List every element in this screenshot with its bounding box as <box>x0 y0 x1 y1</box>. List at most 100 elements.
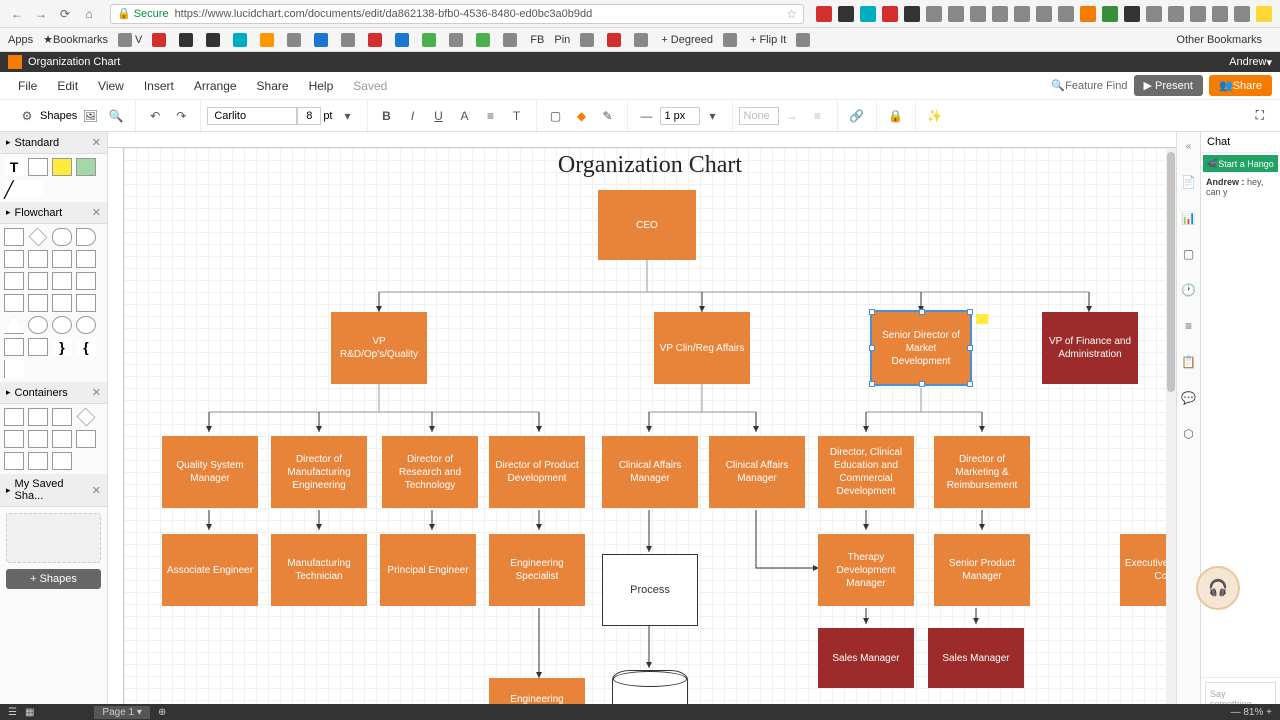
menu-help[interactable]: Help <box>299 75 344 97</box>
org-box[interactable]: Principal Engineer <box>380 534 476 606</box>
line-stepper[interactable]: ▾ <box>702 105 724 127</box>
menu-view[interactable]: View <box>88 75 134 97</box>
doc-title[interactable]: Organization Chart <box>28 56 120 68</box>
border-color-button[interactable]: ✎ <box>597 105 619 127</box>
lock-button[interactable]: 🔒 <box>885 105 907 127</box>
bookmark-item[interactable] <box>179 33 196 47</box>
flowchart-shape[interactable] <box>4 316 24 334</box>
container-shape[interactable] <box>4 452 24 470</box>
bold-button[interactable]: B <box>376 105 398 127</box>
ext-icon[interactable] <box>1014 6 1030 22</box>
close-icon[interactable]: ✕ <box>92 206 101 219</box>
page-settings-icon[interactable]: 📋 <box>1181 354 1197 370</box>
ext-icon[interactable] <box>816 6 832 22</box>
fullscreen-button[interactable]: ⛶ <box>1248 108 1272 123</box>
ext-icon[interactable] <box>970 6 986 22</box>
bookmark-item[interactable] <box>152 33 169 47</box>
bookmark-item[interactable] <box>449 33 466 47</box>
user-menu[interactable]: Andrew ▾ <box>1229 56 1272 69</box>
flowchart-shape[interactable] <box>4 272 24 290</box>
ext-icon[interactable] <box>1080 6 1096 22</box>
app-logo-icon[interactable] <box>8 55 22 69</box>
org-box[interactable]: Quality System Manager <box>162 436 258 508</box>
org-box-ceo[interactable]: CEO <box>598 190 696 260</box>
flowchart-shape[interactable] <box>4 338 24 356</box>
share-button[interactable]: 👥 Share <box>1209 75 1272 96</box>
shapes-toggle-icon[interactable]: ⚙ <box>16 105 38 127</box>
metrics-icon[interactable]: 📊 <box>1181 210 1197 226</box>
flowchart-shape[interactable] <box>76 272 96 290</box>
view-mode-icon[interactable]: ☰ <box>8 707 17 718</box>
flowchart-shape[interactable] <box>4 360 24 378</box>
flowchart-shape[interactable] <box>52 250 72 268</box>
saved-shape-preview[interactable] <box>6 513 101 563</box>
page-tab[interactable]: Page 1 ▾ <box>94 706 150 719</box>
undo-button[interactable]: ↶ <box>144 105 166 127</box>
org-box[interactable]: Clinical Affairs Manager <box>602 436 698 508</box>
container-shape[interactable] <box>52 408 72 426</box>
flowchart-shape[interactable] <box>52 316 72 334</box>
line-shape[interactable]: ╱ <box>4 180 44 198</box>
bookmark-item[interactable] <box>422 33 439 47</box>
container-shape[interactable] <box>28 452 48 470</box>
present-button[interactable]: ▶ Present <box>1134 75 1203 96</box>
master-icon[interactable]: ⬡ <box>1181 426 1197 442</box>
vertical-scrollbar[interactable] <box>1166 148 1176 720</box>
flowchart-shape[interactable] <box>76 316 96 334</box>
org-box[interactable]: Clinical Affairs Manager <box>709 436 805 508</box>
bookmarks-folder[interactable]: ★ Bookmarks <box>43 33 108 46</box>
flowchart-shape[interactable] <box>28 338 48 356</box>
grid-view-icon[interactable]: ▦ <box>25 707 34 718</box>
org-box[interactable]: Director of Research and Technology <box>382 436 478 508</box>
link-button[interactable]: 🔗 <box>846 105 868 127</box>
text-color-button[interactable]: A <box>454 105 476 127</box>
home-button[interactable]: ⌂ <box>80 5 98 23</box>
bookmark-item[interactable] <box>314 33 331 47</box>
history-icon[interactable]: 🕐 <box>1181 282 1197 298</box>
org-box-sr-dir[interactable]: Senior Director of Market Development <box>872 312 970 384</box>
flowchart-shape[interactable] <box>76 250 96 268</box>
org-box[interactable]: Associate Engineer <box>162 534 258 606</box>
flowchart-shape[interactable] <box>52 228 72 246</box>
bookmark-item[interactable]: + Degreed <box>661 34 713 46</box>
ext-icon[interactable] <box>860 6 876 22</box>
org-box[interactable]: Therapy Development Manager <box>818 534 914 606</box>
align-button[interactable]: ≡ <box>480 105 502 127</box>
ext-icon[interactable] <box>1146 6 1162 22</box>
size-stepper[interactable]: ▾ <box>337 105 359 127</box>
font-select[interactable]: Carlito <box>207 107 297 125</box>
bookmark-item[interactable]: FB <box>530 34 544 46</box>
bookmark-item[interactable] <box>607 33 624 47</box>
url-input[interactable]: 🔒Secure https://www.lucidchart.com/docum… <box>110 4 804 24</box>
underline-button[interactable]: U <box>428 105 450 127</box>
menu-insert[interactable]: Insert <box>134 75 184 97</box>
ext-icon[interactable] <box>992 6 1008 22</box>
container-shape[interactable] <box>4 430 24 448</box>
chart-title[interactable]: Organization Chart <box>558 152 742 179</box>
bookmark-item[interactable] <box>233 33 250 47</box>
back-button[interactable]: ← <box>8 5 26 23</box>
flowchart-shape[interactable] <box>29 228 48 247</box>
presentation-icon[interactable]: ▢ <box>1181 246 1197 262</box>
menu-edit[interactable]: Edit <box>47 75 88 97</box>
apps-bookmark[interactable]: Apps <box>8 34 33 46</box>
org-box[interactable]: Senior Product Manager <box>934 534 1030 606</box>
ext-icon[interactable] <box>1234 6 1250 22</box>
collapse-panel-icon[interactable]: « <box>1181 138 1197 154</box>
canvas[interactable]: Organization Chart <box>124 148 1176 720</box>
ext-icon[interactable] <box>1212 6 1228 22</box>
org-box[interactable]: Director of Manufacturing Engineering <box>271 436 367 508</box>
menu-file[interactable]: File <box>8 75 47 97</box>
text-format-button[interactable]: T <box>506 105 528 127</box>
flowchart-shape[interactable]: { <box>76 338 96 356</box>
magic-button[interactable]: ✨ <box>924 105 946 127</box>
comments-icon[interactable]: 💬 <box>1181 390 1197 406</box>
ext-icon[interactable] <box>1256 6 1272 22</box>
ext-icon[interactable] <box>948 6 964 22</box>
other-bookmarks[interactable]: Other Bookmarks <box>1176 34 1262 46</box>
bookmark-item[interactable] <box>341 33 358 47</box>
bookmark-item[interactable] <box>476 33 493 47</box>
bookmark-item[interactable] <box>287 33 304 47</box>
feature-find[interactable]: 🔍 Feature Find <box>1051 79 1127 92</box>
org-box[interactable]: Sales Manager <box>818 628 914 688</box>
